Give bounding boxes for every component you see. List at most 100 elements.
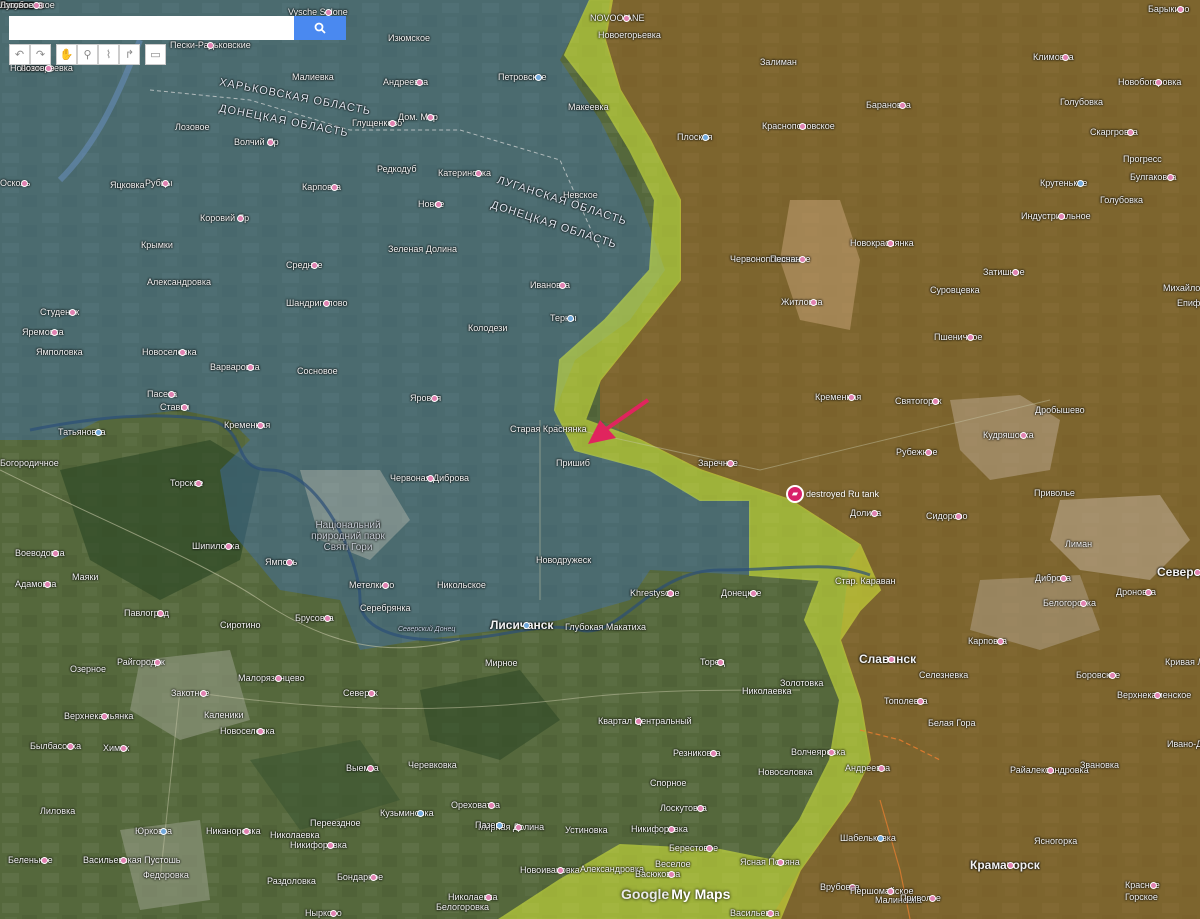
place-marker-dot[interactable]: [200, 690, 207, 697]
place-marker-dot[interactable]: [389, 120, 396, 127]
place-marker-dot[interactable]: [120, 745, 127, 752]
place-marker-dot[interactable]: [750, 590, 757, 597]
place-marker-dot[interactable]: [967, 334, 974, 341]
place-marker-dot[interactable]: [195, 480, 202, 487]
place-marker-dot[interactable]: [1077, 180, 1084, 187]
place-marker-dot[interactable]: [668, 871, 675, 878]
place-marker-dot[interactable]: [181, 404, 188, 411]
place-marker-dot[interactable]: [799, 123, 806, 130]
ruler-button[interactable]: ▭: [145, 44, 166, 65]
place-marker-dot[interactable]: [635, 718, 642, 725]
place-marker-dot[interactable]: [557, 867, 564, 874]
place-marker-dot[interactable]: [710, 750, 717, 757]
place-marker-dot[interactable]: [52, 550, 59, 557]
place-marker-dot[interactable]: [168, 391, 175, 398]
place-marker-dot[interactable]: [997, 638, 1004, 645]
place-marker-dot[interactable]: [535, 74, 542, 81]
place-marker-dot[interactable]: [887, 888, 894, 895]
place-marker-dot[interactable]: [154, 659, 161, 666]
place-marker-dot[interactable]: [485, 894, 492, 901]
search-input[interactable]: [9, 16, 294, 40]
place-marker-dot[interactable]: [717, 659, 724, 666]
place-marker-dot[interactable]: [1012, 269, 1019, 276]
place-marker-dot[interactable]: [45, 65, 52, 72]
place-marker-dot[interactable]: [1145, 589, 1152, 596]
place-marker-dot[interactable]: [932, 398, 939, 405]
place-marker-dot[interactable]: [488, 802, 495, 809]
place-marker-dot[interactable]: [157, 610, 164, 617]
place-marker-dot[interactable]: [496, 822, 503, 829]
place-marker-dot[interactable]: [559, 282, 566, 289]
place-marker-dot[interactable]: [917, 698, 924, 705]
place-marker-dot[interactable]: [67, 743, 74, 750]
place-marker-dot[interactable]: [810, 299, 817, 306]
place-marker-dot[interactable]: [475, 170, 482, 177]
place-marker-dot[interactable]: [101, 713, 108, 720]
place-marker-dot[interactable]: [41, 857, 48, 864]
place-marker-dot[interactable]: [515, 824, 522, 831]
place-marker-dot[interactable]: [1007, 862, 1014, 869]
place-marker-dot[interactable]: [1020, 432, 1027, 439]
place-marker-dot[interactable]: [311, 262, 318, 269]
place-marker-dot[interactable]: [207, 42, 214, 49]
place-marker-dot[interactable]: [435, 201, 442, 208]
place-marker-dot[interactable]: [33, 2, 40, 9]
place-marker-dot[interactable]: [382, 582, 389, 589]
place-marker-dot[interactable]: [427, 475, 434, 482]
place-marker-dot[interactable]: [1127, 129, 1134, 136]
place-marker-dot[interactable]: [1109, 672, 1116, 679]
place-marker-dot[interactable]: [247, 364, 254, 371]
place-marker-dot[interactable]: [727, 460, 734, 467]
place-marker-dot[interactable]: [120, 857, 127, 864]
place-marker-dot[interactable]: [331, 184, 338, 191]
place-marker-dot[interactable]: [1154, 692, 1161, 699]
place-marker-dot[interactable]: [667, 590, 674, 597]
place-marker-dot[interactable]: [21, 180, 28, 187]
place-marker-dot[interactable]: [1155, 79, 1162, 86]
place-marker-dot[interactable]: [1058, 213, 1065, 220]
place-marker-dot[interactable]: [275, 675, 282, 682]
place-marker-dot[interactable]: [257, 728, 264, 735]
place-marker-dot[interactable]: [668, 826, 675, 833]
place-marker-dot[interactable]: [323, 300, 330, 307]
draw-line-button[interactable]: ⌇: [98, 44, 119, 65]
place-marker-dot[interactable]: [325, 9, 332, 16]
place-marker-dot[interactable]: [1080, 600, 1087, 607]
place-marker-dot[interactable]: [828, 749, 835, 756]
directions-button[interactable]: ↱: [119, 44, 140, 65]
undo-button[interactable]: ↶: [9, 44, 30, 65]
place-marker-dot[interactable]: [848, 394, 855, 401]
place-marker-dot[interactable]: [44, 581, 51, 588]
place-marker-dot[interactable]: [929, 895, 936, 902]
place-marker-dot[interactable]: [767, 910, 774, 917]
place-marker-dot[interactable]: [225, 543, 232, 550]
place-marker-dot[interactable]: [237, 215, 244, 222]
place-marker-dot[interactable]: [257, 422, 264, 429]
place-marker-dot[interactable]: [327, 842, 334, 849]
place-marker-dot[interactable]: [877, 835, 884, 842]
place-marker-dot[interactable]: [330, 910, 337, 917]
place-marker-dot[interactable]: [887, 240, 894, 247]
place-marker-dot[interactable]: [706, 845, 713, 852]
place-marker-dot[interactable]: [95, 429, 102, 436]
place-marker-dot[interactable]: [324, 615, 331, 622]
place-marker-dot[interactable]: [243, 828, 250, 835]
destroyed-tank-marker[interactable]: ▰: [786, 485, 804, 503]
place-marker-dot[interactable]: [777, 859, 784, 866]
place-marker-dot[interactable]: [1060, 575, 1067, 582]
redo-button[interactable]: ↷: [30, 44, 51, 65]
place-marker-dot[interactable]: [888, 656, 895, 663]
place-marker-dot[interactable]: [431, 395, 438, 402]
place-marker-dot[interactable]: [1194, 569, 1200, 576]
place-marker-dot[interactable]: [1047, 767, 1054, 774]
place-marker-dot[interactable]: [1062, 54, 1069, 61]
place-marker-dot[interactable]: [925, 449, 932, 456]
place-marker-dot[interactable]: [69, 309, 76, 316]
place-marker-dot[interactable]: [368, 690, 375, 697]
place-marker-dot[interactable]: [1167, 174, 1174, 181]
place-marker-dot[interactable]: [179, 349, 186, 356]
place-marker-dot[interactable]: [523, 622, 530, 629]
add-marker-button[interactable]: ⚲: [77, 44, 98, 65]
place-marker-dot[interactable]: [955, 513, 962, 520]
place-marker-dot[interactable]: [697, 805, 704, 812]
